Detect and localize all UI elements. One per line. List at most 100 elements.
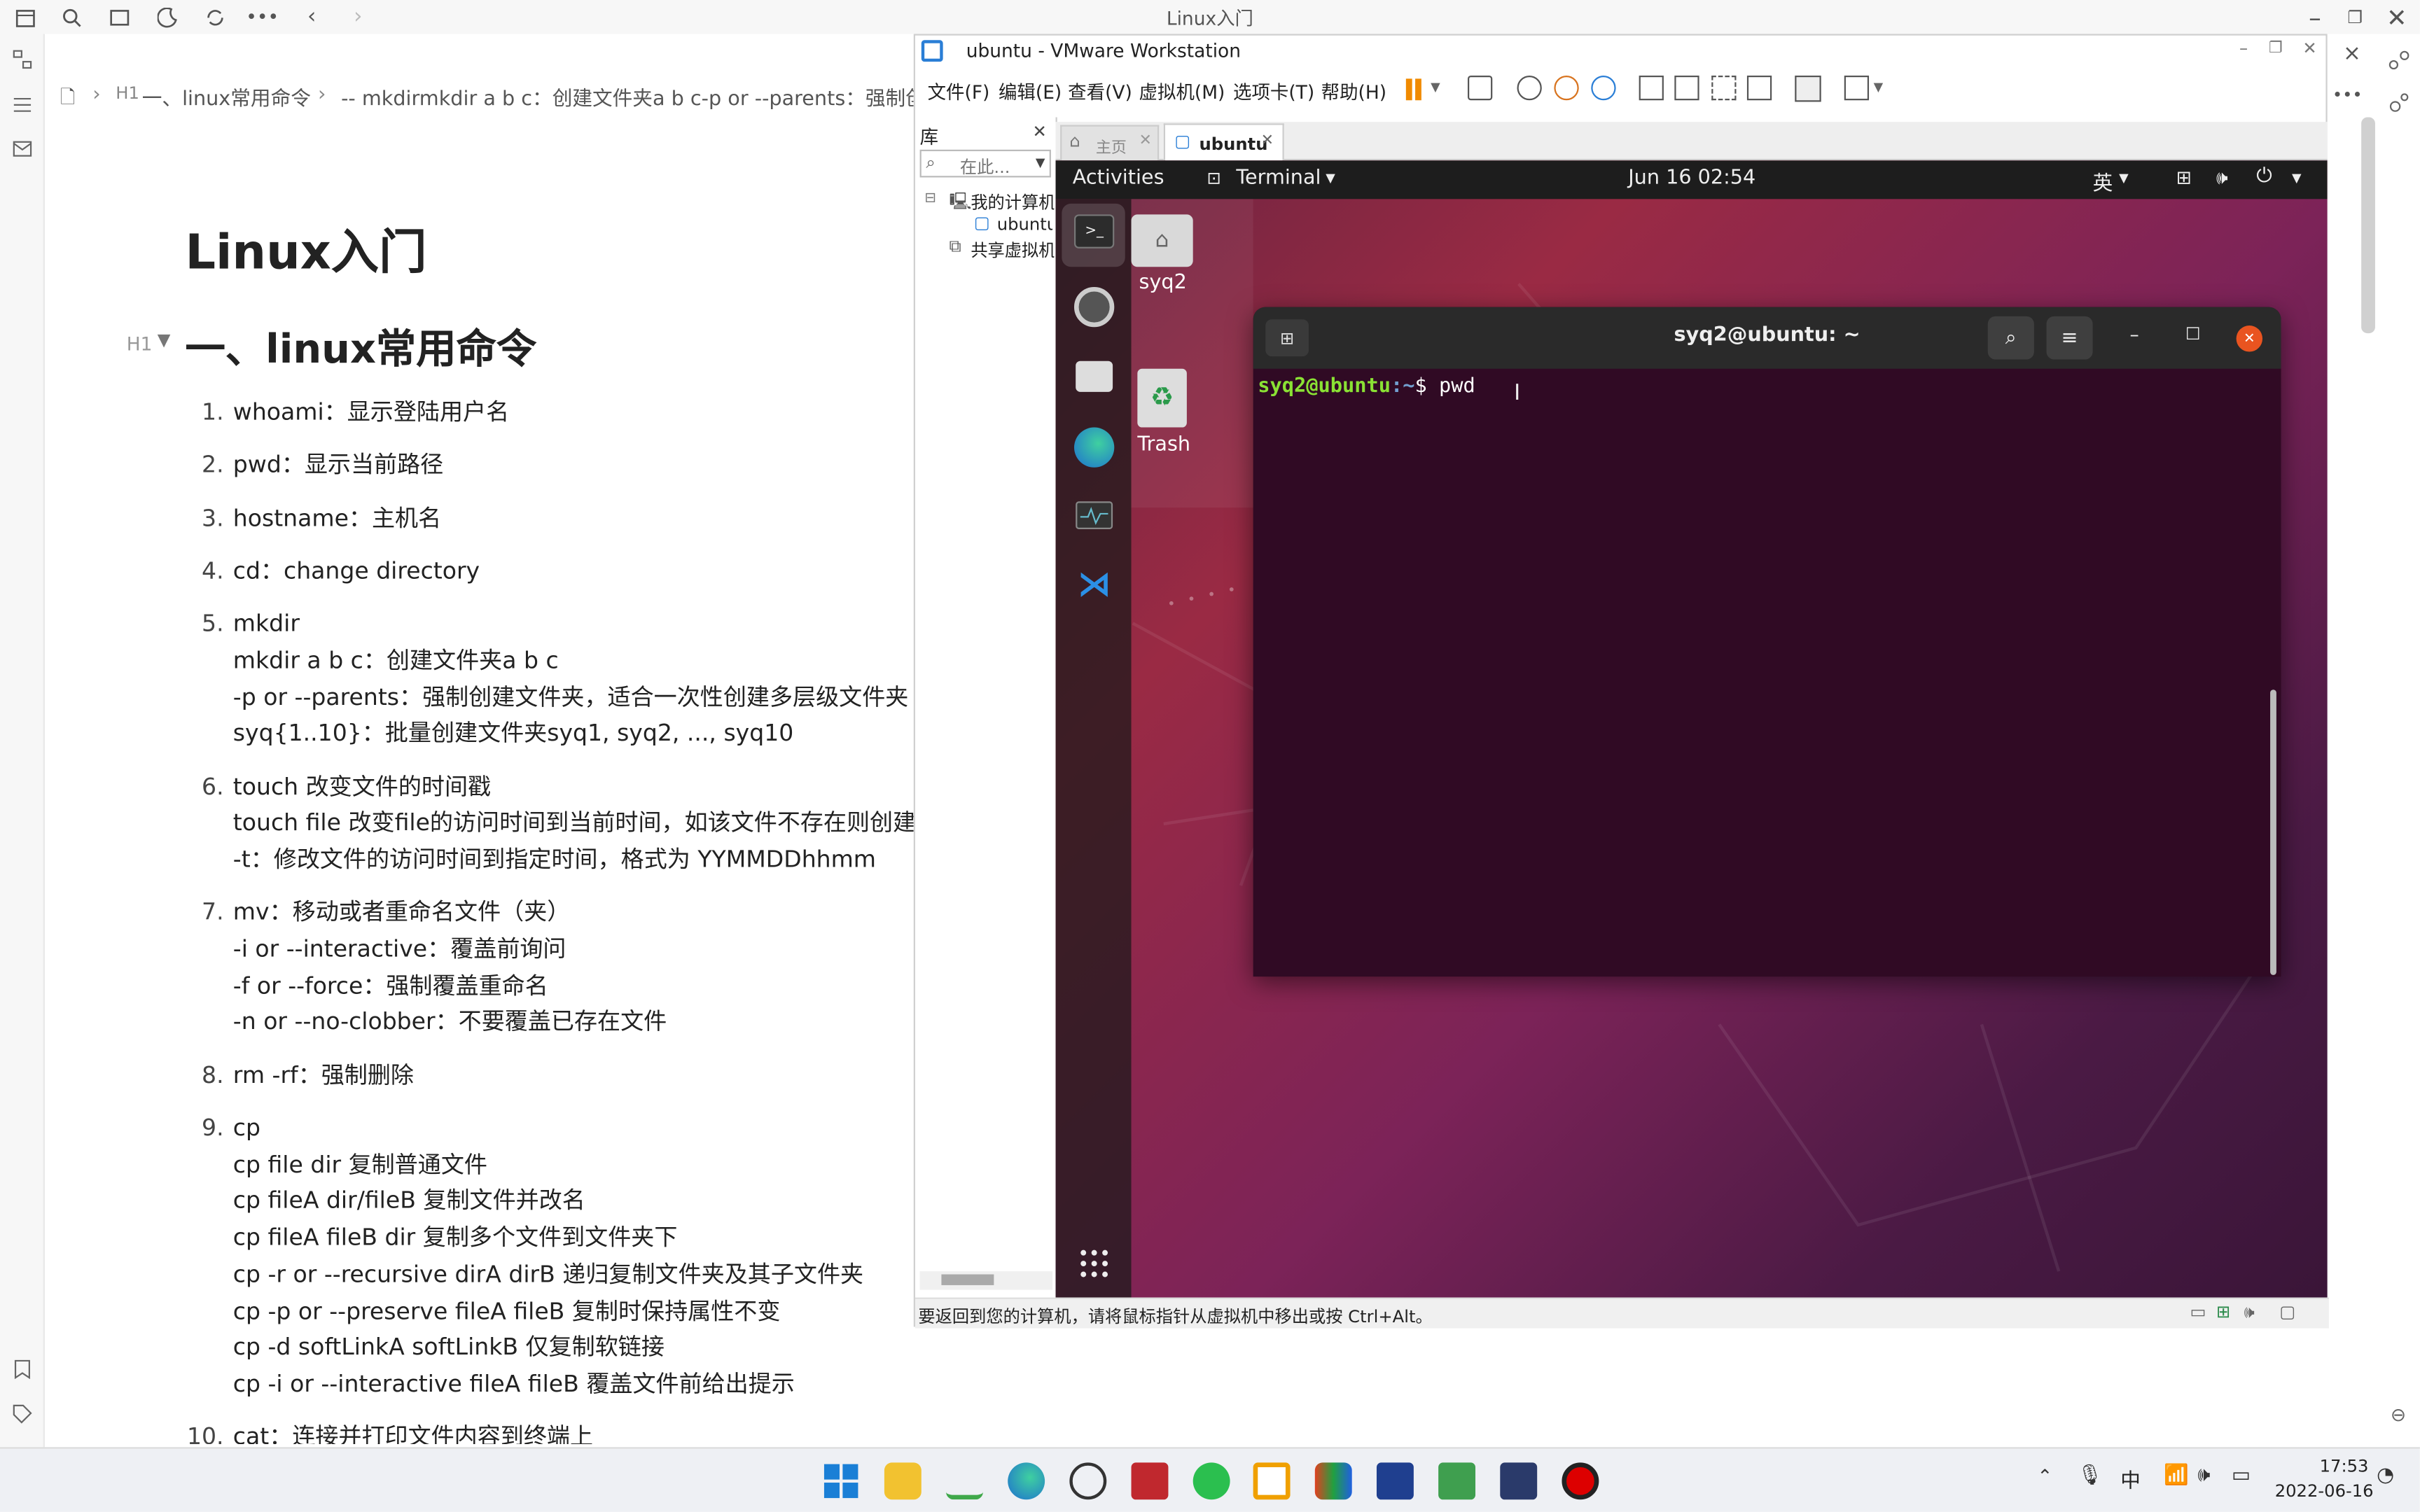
restore-icon[interactable]: ❐ [2343, 5, 2367, 29]
vmware-taskbar-icon[interactable] [1253, 1462, 1291, 1500]
clock[interactable]: Jun 16 02:54 [1628, 167, 1755, 190]
tree-item-ubuntu[interactable]: ubuntu [997, 214, 1052, 234]
app-icon-red[interactable] [1131, 1462, 1169, 1500]
list-item[interactable]: 3. hostname：主机名 [185, 500, 913, 537]
app-icon-vm[interactable] [1438, 1462, 1476, 1500]
wifi-icon[interactable]: 📶 [2164, 1464, 2189, 1488]
tag-icon[interactable] [9, 1401, 35, 1427]
volume-icon[interactable]: 🕪 [2216, 167, 2228, 190]
close-icon[interactable]: ✕ [2236, 326, 2263, 352]
layout-icon[interactable] [106, 5, 131, 29]
system-monitor-icon[interactable] [1076, 501, 1113, 529]
file-explorer-icon[interactable] [884, 1462, 922, 1500]
power-icon[interactable]: ⏻ [2256, 165, 2272, 188]
stretch-icon[interactable] [1844, 75, 1870, 101]
tree-item-my-computer[interactable]: 我的计算机 [971, 190, 1054, 214]
chevron-down-icon[interactable]: ▼ [1431, 80, 1440, 94]
clock-date[interactable]: 2022-06-16 [2275, 1481, 2374, 1502]
thumbnail-icon[interactable] [1674, 75, 1699, 101]
list-item[interactable]: 2. pwd：显示当前路径 [185, 448, 913, 484]
list-item[interactable]: 5. mkdir mkdir a b c：创建文件夹a b c -p or --par… [185, 607, 913, 753]
close-icon[interactable]: ✕ [2384, 2, 2409, 31]
remote-desktop-icon[interactable] [1376, 1462, 1414, 1500]
search-icon[interactable]: ⌕ [1987, 316, 2034, 360]
start-icon[interactable] [823, 1462, 860, 1499]
revert-snapshot-icon[interactable] [1554, 75, 1579, 101]
settings-icon[interactable] [1073, 286, 1115, 328]
moon-icon[interactable] [154, 5, 179, 29]
battery-icon[interactable]: ▭ [2232, 1464, 2251, 1488]
terminal-icon[interactable]: >_ [1073, 214, 1115, 248]
app-icon-cat[interactable] [1500, 1462, 1538, 1500]
list-item[interactable]: 4. cd：change directory [185, 554, 913, 590]
jetbrains-icon[interactable] [1314, 1462, 1352, 1500]
list-item[interactable]: 10. cat：连接并打印文件内容到终端上 [185, 1420, 913, 1444]
vscode-icon[interactable]: ⋊ [1074, 565, 1114, 605]
toc-icon[interactable] [9, 91, 35, 117]
desktop-icon-trash[interactable]: ♻ Trash [1132, 368, 1201, 469]
tab-ubuntu[interactable]: ▢ ubuntu ✕ [1163, 123, 1284, 162]
vm-guest-screen[interactable]: Activities ⊡ Terminal ▼ Jun 16 02:54 英 ▼… [1055, 160, 2328, 1298]
forward-icon[interactable]: › [346, 5, 370, 29]
close-icon[interactable]: ✕ [2302, 38, 2316, 59]
inbox-icon[interactable] [9, 136, 35, 162]
scrollbar-thumb[interactable] [941, 1274, 994, 1285]
breadcrumb-item[interactable]: 一、linux常用命令 [142, 82, 311, 111]
activities-button[interactable]: Activities [1073, 167, 1164, 190]
close-icon[interactable]: ✕ [1139, 133, 1152, 150]
list-item[interactable]: 6. touch 改变文件的时间戳 touch file 改变file的访问时间到当… [185, 769, 914, 879]
desktop-icon-home[interactable]: ⌂ syq2 [1131, 214, 1193, 307]
hdd-icon[interactable]: ▭ [2190, 1302, 2206, 1322]
close-icon[interactable]: ✕ [1032, 122, 1046, 142]
scrollbar[interactable] [2361, 117, 2375, 334]
menu-tabs[interactable]: 选项卡(T) [1233, 78, 1314, 104]
collapse-icon[interactable]: ⊟ [924, 191, 936, 206]
notification-icon[interactable]: ◔ [2377, 1464, 2394, 1488]
document-editor[interactable]: Linux入门 H1 ▼ 一、linux常用命令 1. whoami：显示登陆用户… [53, 118, 914, 1444]
input-method-indicator[interactable]: 中 [2120, 1464, 2141, 1493]
network-adapter-icon[interactable]: ⊞ [2216, 1302, 2230, 1322]
files-icon[interactable] [1076, 360, 1113, 392]
terminal-content[interactable]: syq2@ubuntu:~$ pwd [1258, 375, 1475, 398]
sound-icon[interactable]: 🕪 [2244, 1302, 2255, 1324]
graph-icon[interactable] [2384, 46, 2412, 74]
show-apps-icon[interactable] [1079, 1248, 1110, 1279]
pause-icon[interactable] [1405, 78, 1412, 101]
send-keys-icon[interactable] [1468, 75, 1493, 101]
list-item[interactable]: 9. cp cp file dir 复制普通文件 cp fileA dir/fileB… [185, 1111, 913, 1404]
breadcrumb-item[interactable]: -- mkdirmkdir a b c：创建文件夹a b c-p or --pa… [341, 82, 914, 111]
minimize-icon[interactable]: – [2239, 38, 2248, 59]
terminal-scrollbar[interactable] [2270, 690, 2276, 975]
bookmark-icon[interactable] [9, 1356, 35, 1382]
maximize-icon[interactable]: ☐ [2185, 324, 2201, 344]
snapshot-manager-icon[interactable] [1591, 75, 1616, 101]
snapshot-icon[interactable] [1517, 75, 1542, 101]
link-icon[interactable]: ⊖ [2384, 1401, 2412, 1429]
menu-edit[interactable]: 编辑(E) [999, 78, 1062, 104]
message-icon[interactable]: ▢ [2279, 1302, 2295, 1322]
record-icon[interactable] [1562, 1462, 1599, 1500]
close-icon[interactable]: × [2338, 40, 2366, 68]
search-icon[interactable] [59, 5, 83, 29]
outline-tree-icon[interactable] [9, 46, 35, 72]
more-icon[interactable]: ••• [2332, 80, 2363, 108]
minimize-icon[interactable]: – [2130, 324, 2139, 346]
document-icon[interactable]: 🗋 [60, 83, 75, 115]
terminal-window[interactable]: ⊞ syq2@ubuntu: ~ ⌕ ≡ – ☐ ✕ syq2@ubuntu:~… [1253, 307, 2281, 977]
app-menu-terminal[interactable]: Terminal [1236, 167, 1321, 190]
close-icon[interactable]: ✕ [1261, 133, 1274, 150]
app-icon-network[interactable] [1069, 1462, 1107, 1500]
app-icon-green[interactable] [946, 1462, 983, 1500]
console-icon[interactable] [1795, 75, 1821, 102]
menu-view[interactable]: 查看(V) [1068, 78, 1132, 104]
chevron-down-icon[interactable]: ▼ [2119, 172, 2129, 186]
back-icon[interactable]: ‹ [300, 5, 324, 29]
calendar-icon[interactable] [13, 5, 37, 29]
tree-item-shared[interactable]: 共享虚拟机 [971, 237, 1054, 262]
wechat-icon[interactable] [1192, 1462, 1230, 1500]
chevron-down-icon[interactable]: ▼ [1326, 172, 1335, 186]
menu-help[interactable]: 帮助(H) [1321, 78, 1386, 104]
library-toggle-icon[interactable] [1639, 75, 1664, 101]
library-search-field[interactable]: ⌕ 在此... ▼ [919, 149, 1051, 178]
unity-icon[interactable] [1746, 75, 1772, 101]
